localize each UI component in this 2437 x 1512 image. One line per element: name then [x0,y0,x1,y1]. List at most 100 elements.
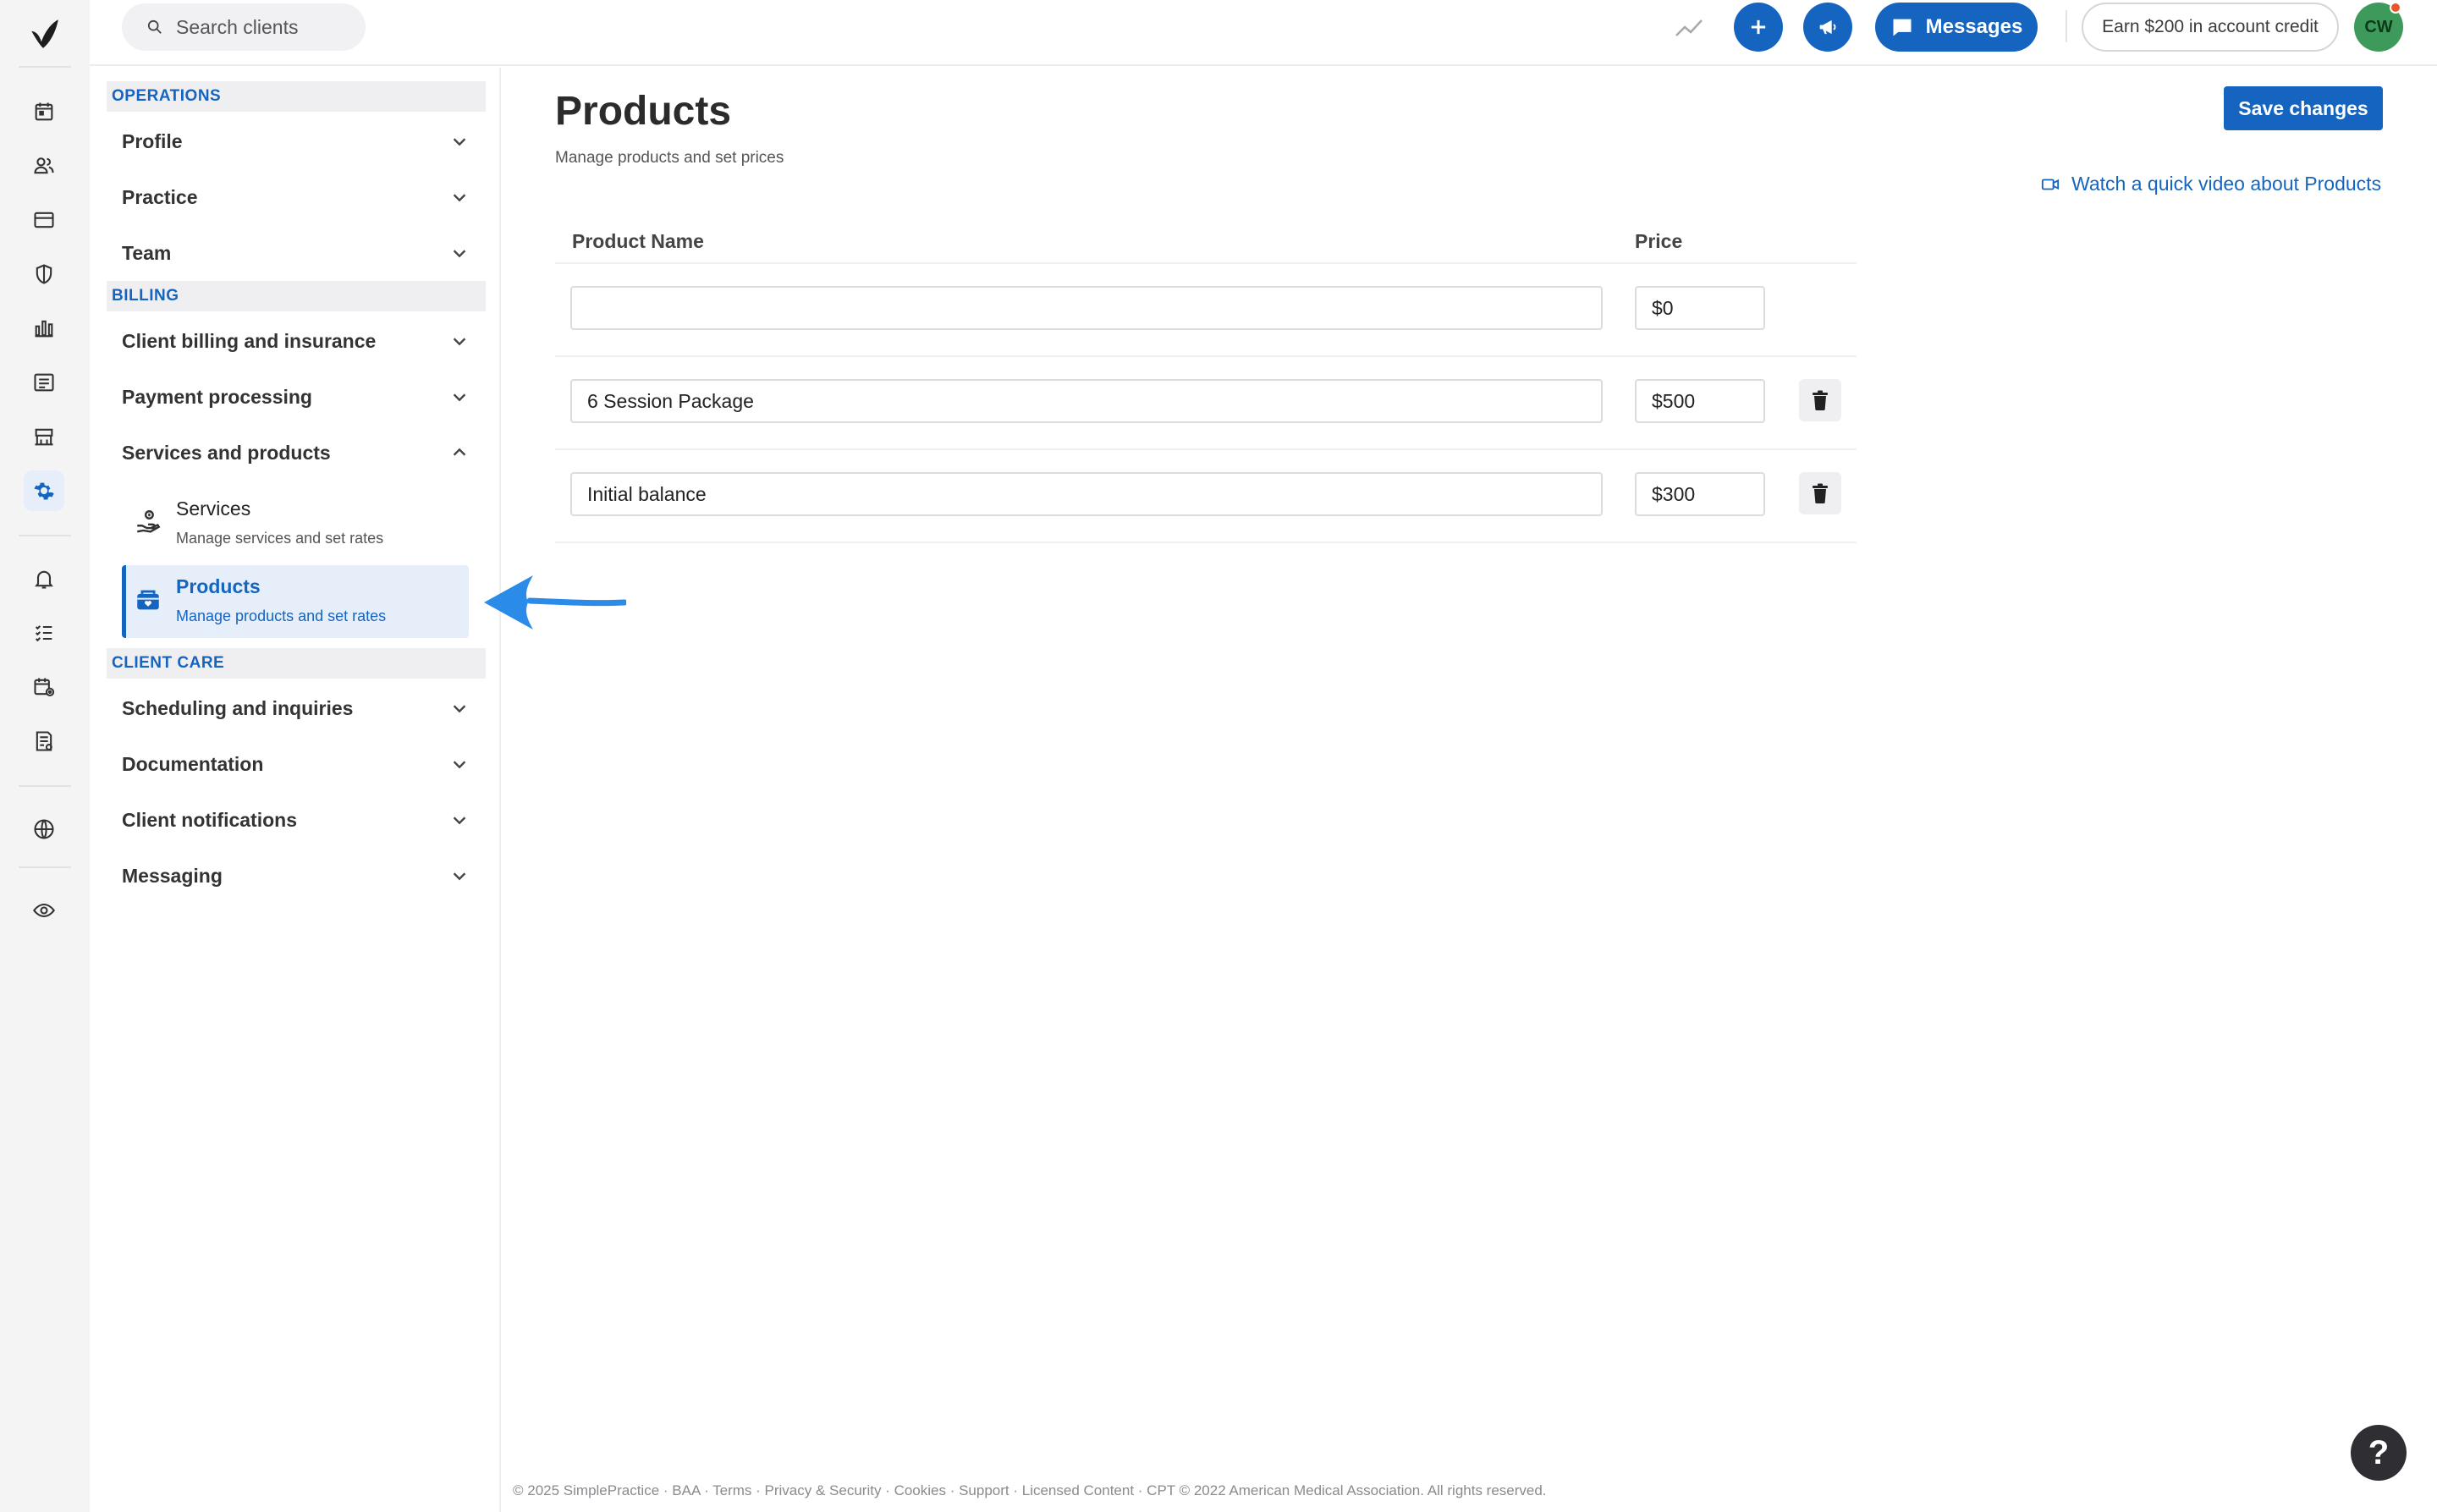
product-price-input[interactable] [1635,379,1765,423]
add-new-button[interactable] [1734,3,1783,52]
nav-item-practice[interactable]: Practice [107,171,486,223]
search-input[interactable] [176,3,354,51]
chevron-up-icon [453,448,466,456]
page-title: Products [555,89,732,134]
messages-label: Messages [1925,15,2023,38]
rail-divider [19,535,71,536]
product-price-input[interactable] [1635,286,1765,330]
nav-item-messaging[interactable]: Messaging [107,849,486,902]
chevron-down-icon [453,705,466,713]
announcements-button[interactable] [1803,3,1852,52]
sub-item-title: Products [176,575,261,597]
nav-item-label: Profile [122,129,183,152]
nav-item-label: Client billing and insurance [122,329,377,352]
nav-item-label: Scheduling and inquiries [122,696,354,719]
nav-item-documentation[interactable]: Documentation [107,738,486,790]
megaphone-icon [1819,19,1836,35]
calendar-icon[interactable] [24,91,64,132]
section-heading-billing: BILLING [107,281,486,311]
nav-item-payment-processing[interactable]: Payment processing [107,371,486,423]
nav-item-label: Messaging [122,864,223,887]
products-table-header: Product Name Price [555,223,1857,264]
rail-divider [19,866,71,868]
nav-item-label: Client notifications [122,808,297,831]
logo-icon[interactable] [26,15,62,51]
calendar-settings-icon[interactable] [24,667,64,707]
sub-item-description: Manage products and set rates [176,608,387,624]
trash-icon [1813,483,1828,503]
watch-video-link[interactable]: Watch a quick video about Products [2041,173,2381,195]
product-row [555,357,1857,450]
messages-button[interactable]: Messages [1875,3,2038,52]
delete-product-button[interactable] [1799,379,1841,421]
search-box[interactable] [122,3,366,51]
sub-item-description: Manage services and set rates [176,530,384,547]
chat-bubble-icon [1893,19,1912,36]
insurance-shield-icon[interactable] [24,254,64,294]
nav-item-client-notifications[interactable]: Client notifications [107,794,486,846]
product-price-input[interactable] [1635,472,1765,516]
icon-rail [0,0,90,1512]
product-name-input[interactable] [570,379,1603,423]
nav-item-scheduling[interactable]: Scheduling and inquiries [107,682,486,734]
product-name-input[interactable] [570,472,1603,516]
eye-icon[interactable] [24,890,64,931]
chevron-down-icon [453,338,466,346]
nav-item-profile[interactable]: Profile [107,115,486,168]
page-subtitle: Manage products and set prices [555,149,784,167]
clients-icon[interactable] [24,146,64,186]
column-header-product-name: Product Name [572,230,704,252]
settings-gear-icon[interactable] [24,470,64,511]
settings-sidebar: OPERATIONS Profile Practice Team BILLING… [90,68,501,1512]
topbar-divider [2066,10,2067,42]
nav-item-label: Services and products [122,441,331,464]
nav-item-label: Payment processing [122,385,312,408]
notifications-bell-icon[interactable] [24,558,64,599]
watch-video-label: Watch a quick video about Products [2071,173,2382,195]
product-box-icon [137,590,159,610]
annotation-arrow-icon [484,575,626,630]
chevron-down-icon [453,761,466,769]
top-bar: Messages Earn $200 in account credit CW [90,0,2437,66]
nav-item-label: Team [122,241,172,264]
notification-dot [2390,2,2401,14]
chevron-down-icon [453,816,466,825]
globe-icon[interactable] [24,809,64,849]
nav-item-team[interactable]: Team [107,227,486,279]
rail-divider [19,785,71,787]
documents-icon[interactable] [24,362,64,403]
trend-chart-icon[interactable] [1672,10,1706,44]
reports-icon[interactable] [24,721,64,761]
chevron-down-icon [453,194,466,202]
section-heading-client-care: CLIENT CARE [107,648,486,679]
nav-item-services-and-products[interactable]: Services and products [107,426,486,479]
help-button[interactable]: ? [2351,1425,2407,1481]
product-row [555,264,1857,357]
save-changes-button[interactable]: Save changes [2224,86,2383,130]
trash-icon [1813,390,1828,410]
chevron-down-icon [453,250,466,258]
footer-links[interactable]: © 2025 SimplePractice · BAA · Terms · Pr… [513,1482,1547,1499]
chevron-down-icon [453,393,466,402]
delete-product-button[interactable] [1799,472,1841,514]
product-name-input[interactable] [570,286,1603,330]
nav-item-label: Practice [122,185,198,208]
section-heading-operations: OPERATIONS [107,81,486,112]
sub-item-services[interactable]: Services Manage services and set rates [122,487,469,560]
analytics-icon[interactable] [24,308,64,349]
search-icon [147,19,162,34]
rail-divider [19,66,71,68]
video-camera-icon [2041,179,2060,190]
marketplace-icon[interactable] [24,416,64,457]
chevron-down-icon [453,138,466,146]
sub-item-products[interactable]: Products Manage products and set rates [122,565,469,638]
hand-coin-icon [137,510,161,533]
nav-item-client-billing[interactable]: Client billing and insurance [107,315,486,367]
earn-credit-button[interactable]: Earn $200 in account credit [2082,3,2339,52]
sub-item-title: Services [176,498,251,520]
nav-item-label: Documentation [122,752,264,775]
billing-icon[interactable] [24,200,64,240]
plus-icon [1751,19,1766,35]
tasks-list-icon[interactable] [24,613,64,653]
column-header-price: Price [1635,230,1683,252]
